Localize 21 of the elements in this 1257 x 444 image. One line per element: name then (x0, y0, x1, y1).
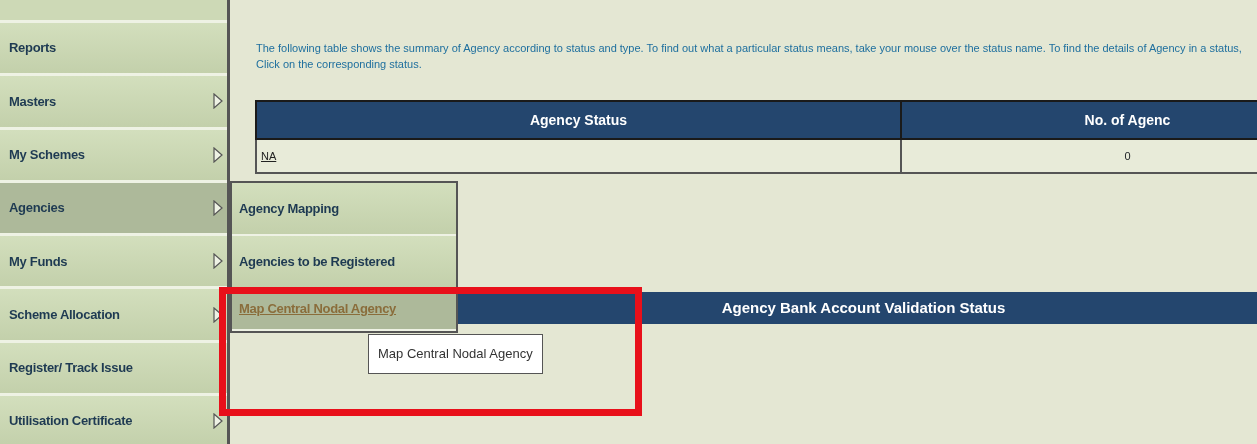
sidebar-item[interactable]: My Funds (0, 236, 227, 290)
sidebar-item[interactable]: My Schemes (0, 129, 227, 183)
arrow-icon (213, 200, 223, 217)
arrow-icon (213, 93, 223, 110)
sidebar-item[interactable]: Register/ Track Issue (0, 342, 227, 397)
status-link[interactable]: NA (261, 149, 277, 162)
submenu-item[interactable]: Agencies to be Registered (232, 236, 456, 289)
column-header: Agency Status (256, 101, 901, 139)
sidebar-item[interactable]: Reports (0, 23, 227, 77)
arrow-icon (213, 146, 223, 163)
sidebar-item[interactable]: Utilisation Certificate (0, 396, 227, 444)
intro-text: The following table shows the summary of Agency according to status and type. To find out what a particular status means, take your mouse over the status name. To find the details of Agency in a status, Click on the corresponding status. (256, 41, 1243, 72)
column-header: No. of Agenc (901, 101, 1257, 139)
arrow-icon (213, 253, 223, 270)
table-cell: 0 (1124, 149, 1131, 162)
sidebar-item[interactable]: Scheme Allocation (0, 289, 227, 343)
sidebar-item[interactable]: Masters (0, 76, 227, 130)
tooltip: Map Central Nodal Agency (368, 334, 543, 374)
submenu-item[interactable]: Agency Mapping (232, 183, 456, 236)
arrow-icon (213, 413, 223, 430)
sidebar-item[interactable]: Agencies (0, 182, 227, 237)
